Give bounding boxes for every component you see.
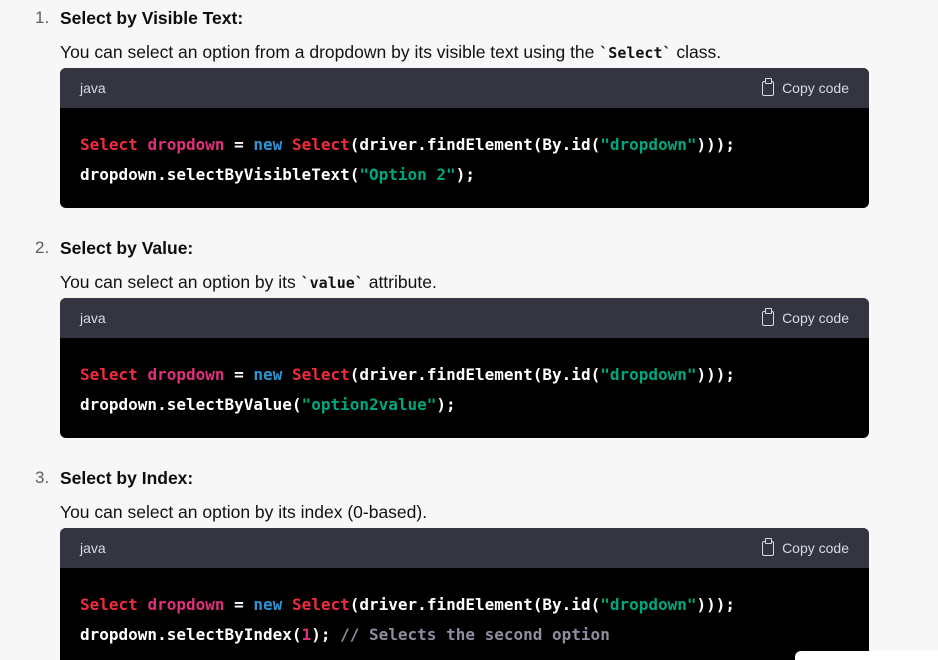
item-description: You can select an option from a dropdown… (60, 42, 722, 62)
clipboard-icon (762, 77, 775, 96)
inline-code: `value` (300, 274, 364, 292)
item-description: You can select an option by its index (0… (60, 502, 428, 522)
code-block: java Copy code Select dropdown = new Sel… (60, 68, 869, 208)
item-heading: Select by Visible Text: (60, 8, 244, 28)
chat-response: 1. Select by Visible Text: You can selec… (0, 0, 938, 660)
copy-code-button[interactable]: Copy code (762, 77, 849, 96)
code-language-label: java (80, 80, 106, 96)
clipboard-icon (762, 307, 775, 326)
clipboard-icon (762, 537, 775, 556)
code-content[interactable]: Select dropdown = new Select(driver.find… (60, 338, 869, 438)
list-number: 3. (35, 468, 50, 487)
code-content[interactable]: Select dropdown = new Select(driver.find… (60, 108, 869, 208)
inline-code: `Select` (599, 44, 672, 62)
code-block: java Copy code Select dropdown = new Sel… (60, 298, 869, 438)
code-block-header: java Copy code (60, 298, 869, 338)
copy-code-button[interactable]: Copy code (762, 307, 849, 326)
item-heading: Select by Value: (60, 238, 194, 258)
copy-code-button[interactable]: Copy code (762, 537, 849, 556)
copy-code-label: Copy code (782, 80, 849, 96)
list-number: 1. (35, 8, 50, 27)
code-language-label: java (80, 310, 106, 326)
item-heading: Select by Index: (60, 468, 194, 488)
code-language-label: java (80, 540, 106, 556)
code-content[interactable]: Select dropdown = new Select(driver.find… (60, 568, 869, 660)
copy-code-label: Copy code (782, 540, 849, 556)
list-number: 2. (35, 238, 50, 257)
item-description: You can select an option by its `value` … (60, 272, 437, 292)
code-block-header: java Copy code (60, 68, 869, 108)
code-block: java Copy code Select dropdown = new Sel… (60, 528, 869, 660)
copy-code-label: Copy code (782, 310, 849, 326)
scroll-to-bottom-area[interactable] (795, 651, 938, 660)
code-block-header: java Copy code (60, 528, 869, 568)
